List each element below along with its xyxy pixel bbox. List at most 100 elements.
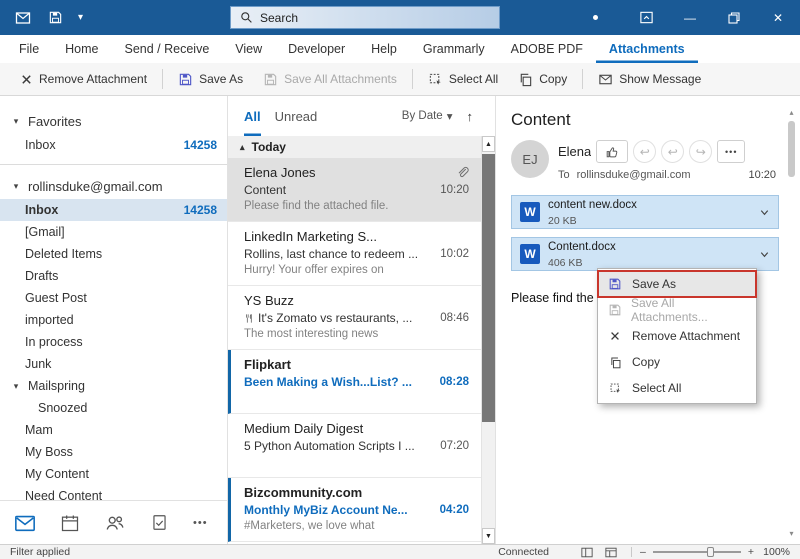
restore-button[interactable]: [712, 0, 756, 35]
reading-view-icon[interactable]: [581, 547, 593, 558]
chevron-down-icon[interactable]: ▾: [9, 116, 23, 127]
copy-button[interactable]: Copy: [508, 66, 577, 92]
message-row[interactable]: LinkedIn Marketing S... Rollins, last ch…: [228, 222, 495, 286]
zoom-level-label[interactable]: 100%: [754, 546, 790, 558]
paperclip-icon: [456, 166, 469, 179]
sidebar-item-deleted-items[interactable]: Deleted Items: [0, 243, 227, 265]
reply-all-button[interactable]: ↩: [661, 140, 684, 163]
folder-label: My Content: [25, 467, 89, 481]
chevron-down-icon[interactable]: ▾: [9, 381, 23, 392]
scroll-down-icon[interactable]: ▾: [789, 529, 793, 538]
tab-help[interactable]: Help: [358, 35, 410, 63]
search-input[interactable]: Search: [230, 6, 500, 29]
filter-tab-unread[interactable]: Unread: [275, 96, 318, 136]
quick-access-save-icon[interactable]: [46, 9, 64, 27]
message-list-pane: All Unread By Date ▾ ↑ ▴ Today Elena Jon…: [228, 96, 496, 544]
people-nav-icon[interactable]: [104, 512, 126, 534]
menu-item-save-as[interactable]: Save As: [598, 271, 756, 297]
ribbon-display-options-icon[interactable]: [624, 0, 668, 35]
sidebar-divider: [0, 164, 227, 165]
sidebar-item-mam[interactable]: Mam: [0, 419, 227, 441]
account-header-label: rollinsduke@gmail.com: [28, 179, 163, 194]
collapse-group-icon[interactable]: ▴: [240, 142, 245, 153]
sidebar-item-mailspring[interactable]: ▾ Mailspring: [0, 375, 227, 397]
message-time: 10:02: [440, 248, 469, 260]
attachment-chevron-down-icon[interactable]: [759, 249, 770, 260]
sidebar-item-my-boss[interactable]: My Boss: [0, 441, 227, 463]
zoom-slider-thumb[interactable]: [707, 547, 714, 557]
minimize-button[interactable]: —: [668, 0, 712, 35]
tab-attachments[interactable]: Attachments: [596, 35, 698, 63]
sidebar-item-my-content[interactable]: My Content: [0, 463, 227, 485]
remove-attachment-label: Remove Attachment: [39, 72, 147, 86]
scroll-up-icon[interactable]: ▲: [482, 136, 495, 152]
sidebar-item-drafts[interactable]: Drafts: [0, 265, 227, 287]
sidebar-item-gmail[interactable]: [Gmail]: [0, 221, 227, 243]
quick-access-chevron-down-icon[interactable]: ▾: [78, 12, 83, 23]
menu-item-copy[interactable]: Copy: [598, 349, 756, 375]
tab-home[interactable]: Home: [52, 35, 111, 63]
filter-tab-all[interactable]: All: [244, 96, 261, 136]
favorites-section-header[interactable]: ▾ Favorites: [0, 108, 227, 134]
sidebar-item-imported[interactable]: imported: [0, 309, 227, 331]
tab-view[interactable]: View: [222, 35, 275, 63]
zoom-slider[interactable]: [653, 551, 741, 553]
message-sender: Medium Daily Digest: [244, 421, 469, 436]
more-modules-icon[interactable]: •••: [193, 517, 208, 529]
sidebar-item-need-content[interactable]: Need Content: [0, 485, 227, 500]
sort-direction-icon[interactable]: ↑: [467, 109, 474, 124]
sidebar-item-in-process[interactable]: In process: [0, 331, 227, 353]
attachment-chip[interactable]: W Content.docx 406 KB: [511, 237, 779, 271]
tasks-nav-icon[interactable]: [150, 513, 169, 532]
folder-label: My Boss: [25, 445, 73, 459]
sidebar-item-guest-post[interactable]: Guest Post: [0, 287, 227, 309]
tab-file[interactable]: File: [6, 35, 52, 63]
sidebar-item-junk[interactable]: Junk: [0, 353, 227, 375]
list-scrollbar[interactable]: ▲ ▼: [481, 136, 495, 544]
menu-item-label: Copy: [632, 355, 660, 369]
like-button[interactable]: [596, 140, 628, 163]
close-button[interactable]: ✕: [756, 0, 800, 35]
reply-icon: ↩: [640, 145, 650, 159]
calendar-nav-icon[interactable]: [60, 513, 80, 533]
normal-view-icon[interactable]: [605, 547, 617, 558]
menu-item-label: Save As: [632, 277, 676, 291]
save-as-label: Save As: [199, 72, 243, 86]
forward-button[interactable]: ↪: [689, 140, 712, 163]
mail-nav-icon[interactable]: [14, 512, 36, 534]
sidebar-item-snoozed[interactable]: Snoozed: [0, 397, 227, 419]
reply-button[interactable]: ↩: [633, 140, 656, 163]
scroll-up-icon[interactable]: ▴: [789, 108, 793, 117]
sidebar-item-favorites-inbox[interactable]: Inbox 14258: [0, 134, 227, 156]
tab-adobe-pdf[interactable]: ADOBE PDF: [498, 35, 596, 63]
tab-send-receive[interactable]: Send / Receive: [112, 35, 223, 63]
sort-by-dropdown[interactable]: By Date ▾: [402, 109, 453, 123]
attachment-chevron-down-icon[interactable]: [759, 207, 770, 218]
group-header-today[interactable]: ▴ Today: [228, 136, 495, 158]
tab-grammarly[interactable]: Grammarly: [410, 35, 498, 63]
message-row[interactable]: Flipkart Been Making a Wish...List? ...0…: [228, 350, 495, 414]
select-all-button[interactable]: Select All: [418, 66, 508, 92]
show-message-button[interactable]: Show Message: [588, 66, 711, 92]
tab-developer[interactable]: Developer: [275, 35, 358, 63]
zoom-out-button[interactable]: –: [640, 546, 646, 558]
scrollbar-thumb[interactable]: [482, 154, 495, 422]
chevron-down-icon[interactable]: ▾: [9, 181, 23, 192]
save-as-button[interactable]: Save As: [168, 66, 253, 92]
sidebar-item-inbox[interactable]: Inbox 14258: [0, 199, 227, 221]
message-preview: Please find the attached file.: [244, 200, 469, 212]
message-row[interactable]: Medium Daily Digest 5 Python Automation …: [228, 414, 495, 478]
message-row[interactable]: Elena Jones Content10:20 Please find the…: [228, 158, 495, 222]
menu-item-remove-attachment[interactable]: Remove Attachment: [598, 323, 756, 349]
more-actions-button[interactable]: •••: [717, 140, 745, 163]
message-row[interactable]: Bizcommunity.com Monthly MyBiz Account N…: [228, 478, 495, 542]
attachment-chip[interactable]: W content new.docx 20 KB: [511, 195, 779, 229]
menu-item-select-all[interactable]: Select All: [598, 375, 756, 401]
message-row[interactable]: YS Buzz It's Zomato vs restaurants, ...0…: [228, 286, 495, 350]
unread-count-badge: 14258: [184, 138, 217, 152]
remove-attachment-button[interactable]: Remove Attachment: [10, 66, 157, 92]
scrollbar-thumb[interactable]: [788, 121, 795, 177]
scroll-down-icon[interactable]: ▼: [482, 528, 495, 544]
account-section-header[interactable]: ▾ rollinsduke@gmail.com: [0, 173, 227, 199]
reading-pane-scrollbar[interactable]: ▴ ▾: [786, 108, 797, 538]
